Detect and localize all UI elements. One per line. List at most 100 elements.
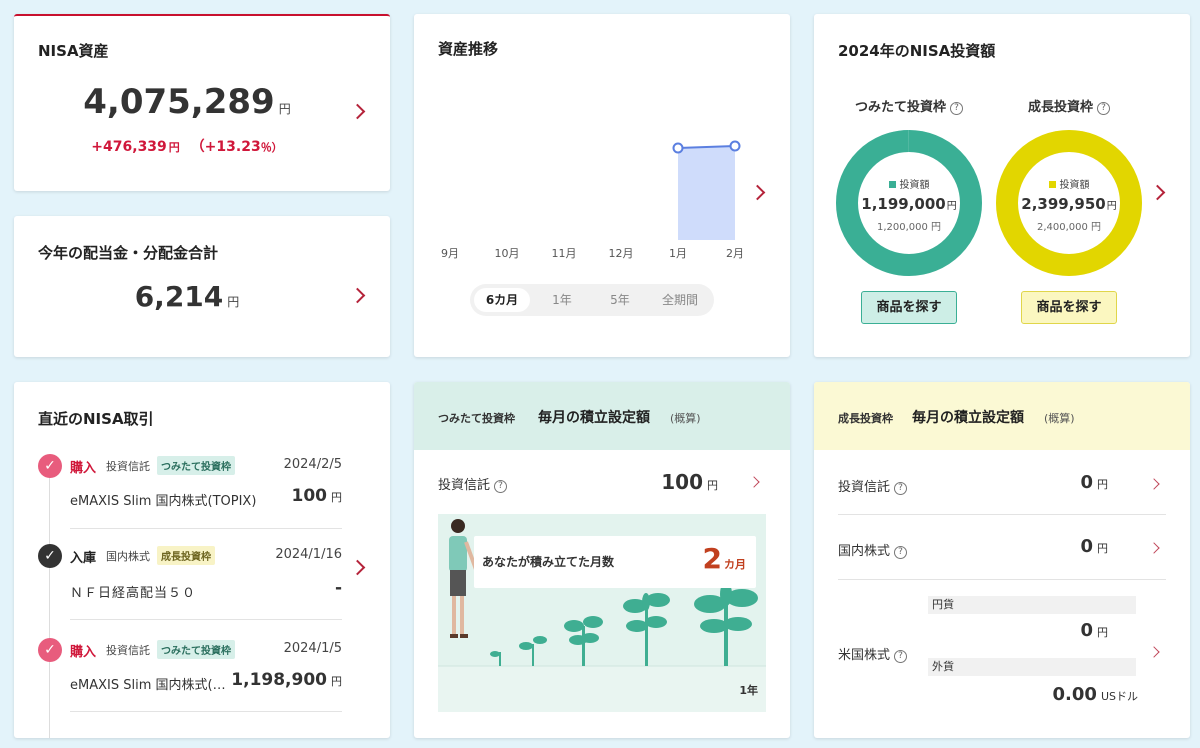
transaction-type: 入庫 — [70, 551, 97, 566]
x-tick-label: 11月 — [552, 247, 577, 260]
months-label: あなたが積み立てた月数 — [482, 555, 615, 569]
transaction-category: 投資信託 — [106, 460, 150, 473]
tsumitate-monthly-title: 毎月の積立設定額 — [538, 410, 650, 426]
transaction-type: 購入 — [70, 645, 97, 660]
divider — [838, 579, 1166, 580]
x-tick-label: 1月 — [669, 247, 687, 260]
tsumitate-limit: 1,200,000 円 — [876, 222, 942, 233]
tsumitate-fund-unit: 円 — [707, 479, 718, 492]
tsumitate-fund-row[interactable]: 投資信託? 100 円 — [414, 462, 790, 502]
tsumitate-label: つみたて投資枠? — [834, 96, 984, 115]
seicho-monthly-prefix: 成長投資枠 — [838, 412, 893, 425]
nisa-assets-amount: 4,075,289 — [83, 82, 275, 122]
period-tab-6m[interactable]: 6カ月 — [474, 288, 530, 312]
transaction-item[interactable]: ✓ 購入 投資信託 つみたて投資枠 2024/2/5 eMAXIS Slim 国… — [14, 452, 390, 530]
dividends-card[interactable]: 今年の配当金・分配金合計 6,214 円 — [14, 216, 390, 357]
seicho-domestic-unit: 円 — [1097, 542, 1108, 555]
transaction-date: 2024/1/16 — [275, 547, 342, 562]
seicho-monthly-note: (概算) — [1044, 412, 1075, 425]
recent-transactions-card[interactable]: 直近のNISA取引 ✓ 購入 投資信託 つみたて投資枠 2024/2/5 eMA… — [14, 382, 390, 738]
help-icon[interactable]: ? — [1097, 102, 1110, 115]
nisa-assets-card[interactable]: NISA資産 4,075,289 円 +476,339 円 （+13.23％） — [14, 14, 390, 191]
x-tick-label: 12月 — [609, 247, 634, 260]
tsumitate-search-button[interactable]: 商品を探す — [861, 291, 957, 324]
seicho-domestic-row[interactable]: 国内株式? 0円 — [814, 528, 1190, 568]
seicho-fx-unit: USドル — [1100, 690, 1138, 703]
x-tick-label: 9月 — [441, 247, 459, 260]
tsumitate-fund-amount: 100 — [661, 470, 703, 494]
seicho-fx-amount: 0.00 — [1052, 684, 1097, 705]
seicho-legend: 投資額 — [1059, 180, 1090, 191]
transaction-amount: 1,198,900 — [231, 670, 327, 690]
tsumitate-fund-label: 投資信託 — [438, 478, 491, 493]
x-tick-label: 2月 — [726, 247, 744, 260]
seicho-label: 成長投資枠? — [994, 96, 1144, 115]
months-panel: あなたが積み立てた月数 2 カ月 — [474, 536, 756, 588]
period-tab-5y[interactable]: 5年 — [592, 288, 648, 312]
transaction-date: 2024/1/5 — [283, 641, 342, 656]
seicho-monthly-card[interactable]: 成長投資枠 毎月の積立設定額 (概算) 投資信託? 0円 国内株式? 0円 米国… — [814, 382, 1190, 738]
period-tab-all[interactable]: 全期間 — [650, 288, 710, 312]
seicho-limit: 2,400,000 円 — [1036, 222, 1102, 233]
chevron-right-icon[interactable] — [1148, 478, 1160, 490]
tsumitate-legend: 投資額 — [899, 180, 930, 191]
recent-title: 直近のNISA取引 — [38, 410, 154, 428]
transaction-category: 投資信託 — [106, 644, 150, 657]
tsumitate-amount-unit: 円 — [946, 201, 957, 212]
divider — [70, 619, 342, 620]
chevron-right-icon[interactable] — [1148, 646, 1160, 658]
asset-trend-card[interactable]: 資産推移 9月 10月 11月 12月 1月 2月 6カ月 1年 5年 全期間 — [414, 14, 790, 357]
trend-point — [729, 140, 741, 152]
seicho-fund-unit: 円 — [1097, 478, 1108, 491]
seicho-monthly-title: 毎月の積立設定額 — [912, 410, 1024, 426]
seicho-amount: 2,399,950 — [1021, 195, 1106, 213]
chevron-right-icon[interactable] — [1149, 184, 1166, 201]
seicho-amount-unit: 円 — [1106, 201, 1117, 212]
chevron-right-icon[interactable] — [748, 476, 760, 488]
months-value: 2 — [702, 542, 722, 575]
investment-2024-card[interactable]: 2024年のNISA投資額 つみたて投資枠? 投資額 1,199,000円 1,… — [814, 14, 1190, 357]
dividends-amount: 6,214 — [134, 280, 224, 313]
transaction-type: 購入 — [70, 461, 97, 476]
investment-2024-title: 2024年のNISA投資額 — [838, 42, 996, 60]
timeline-axis-label: 1年 — [739, 684, 758, 697]
period-selector: 6カ月 1年 5年 全期間 — [470, 284, 714, 316]
transaction-name: ＮＦ日経高配当５０ — [70, 586, 197, 601]
nisa-gain-pct-unit: ％） — [260, 141, 283, 154]
months-illustration: あなたが積み立てた月数 2 カ月 1年 — [438, 514, 766, 712]
nisa-gain-pct: （+13.23 — [190, 139, 261, 155]
transaction-category: 国内株式 — [106, 550, 150, 563]
seicho-fund-row[interactable]: 投資信託? 0円 — [814, 464, 1190, 504]
nisa-assets-title: NISA資産 — [38, 42, 109, 60]
transaction-item[interactable]: ✓ 購入 投資信託 つみたて投資枠 2024/1/5 eMAXIS Slim 国… — [14, 636, 390, 714]
check-icon: ✓ — [38, 454, 62, 478]
tsumitate-monthly-prefix: つみたて投資枠 — [438, 412, 515, 425]
help-icon[interactable]: ? — [894, 546, 908, 559]
x-tick-label: 10月 — [495, 247, 520, 260]
transaction-unit: 円 — [331, 675, 342, 688]
transaction-tag: つみたて投資枠 — [157, 640, 235, 659]
tsumitate-monthly-card[interactable]: つみたて投資枠 毎月の積立設定額 (概算) 投資信託? 100 円 あなたが積み… — [414, 382, 790, 738]
months-unit: カ月 — [724, 558, 746, 571]
nisa-gain-unit: 円 — [168, 141, 180, 154]
help-icon[interactable]: ? — [894, 650, 908, 663]
seicho-jpy-unit: 円 — [1097, 626, 1108, 639]
chevron-right-icon[interactable] — [1148, 542, 1160, 554]
transaction-amount: - — [334, 578, 342, 598]
help-icon[interactable]: ? — [894, 482, 908, 495]
tsumitate-monthly-header: つみたて投資枠 毎月の積立設定額 (概算) — [414, 382, 790, 450]
transaction-item[interactable]: ✓ 入庫 国内株式 成長投資枠 2024/1/16 ＮＦ日経高配当５０ - — [14, 542, 390, 620]
check-icon: ✓ — [38, 638, 62, 662]
period-tab-1y[interactable]: 1年 — [534, 288, 590, 312]
seicho-search-button[interactable]: 商品を探す — [1021, 291, 1117, 324]
transaction-name: eMAXIS Slim 国内株式(… — [70, 678, 226, 693]
seicho-us-row[interactable]: 米国株式? 円貨 0円 外貨 0.00 USドル — [814, 592, 1190, 722]
help-icon[interactable]: ? — [950, 102, 963, 115]
tsumitate-monthly-note: (概算) — [670, 412, 701, 425]
help-icon[interactable]: ? — [494, 480, 508, 493]
seicho-fund-amount: 0 — [1080, 472, 1093, 493]
divider — [838, 514, 1166, 515]
transaction-unit: 円 — [331, 491, 342, 504]
dividends-title: 今年の配当金・分配金合計 — [38, 244, 219, 262]
nisa-gain: +476,339 — [91, 139, 167, 155]
